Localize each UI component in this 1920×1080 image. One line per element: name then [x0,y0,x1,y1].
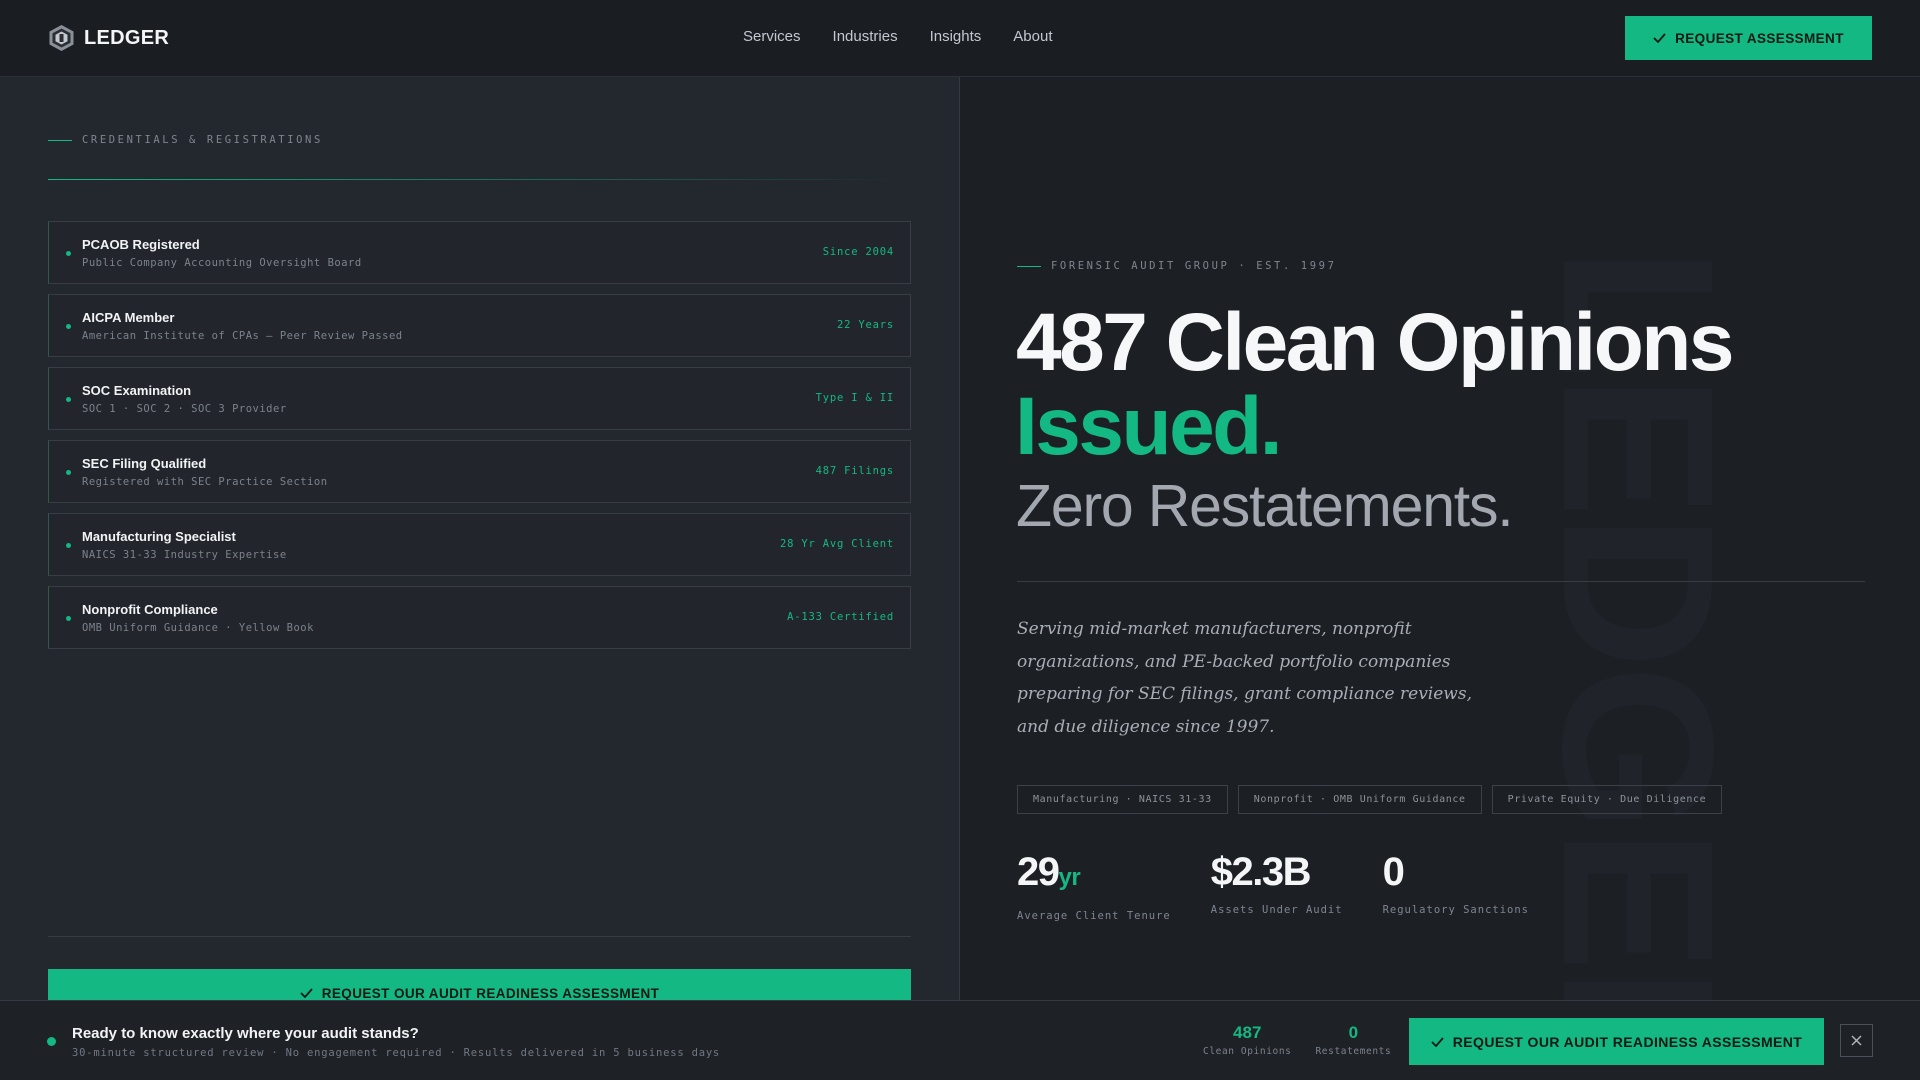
credential-title: PCAOB Registered [82,237,200,252]
checkmark-icon [300,988,313,998]
credential-tag: A-133 Certified [787,611,894,623]
nav-link-industries[interactable]: Industries [833,28,898,45]
credential-subtitle: American Institute of CPAs — Peer Review… [82,330,403,342]
credential-item-pcaob: PCAOB Registered Public Company Accounti… [48,221,911,284]
nav-link-services[interactable]: Services [743,28,801,45]
hero-panel: LEDGER FORENSIC AUDIT GROUP · EST. 1997 … [961,77,1920,1000]
credential-tag: 487 Filings [815,465,894,477]
credential-subtitle: Registered with SEC Practice Section [82,476,328,488]
brand-logo[interactable]: LEDGER [48,24,169,52]
stat-value: 0 [1382,850,1405,894]
credentials-panel: CREDENTIALS & REGISTRATIONS PCAOB Regist… [0,77,960,1017]
hero-divider [1017,581,1865,582]
stat-label: Average Client Tenure [1017,910,1171,922]
sticky-stat-restatements: 0 Restatements [1315,1023,1391,1057]
industry-tag-manufacturing: Manufacturing · NAICS 31-33 [1017,785,1228,814]
industry-tag-nonprofit: Nonprofit · OMB Uniform Guidance [1237,785,1482,814]
nav-link-insights[interactable]: Insights [930,28,982,45]
stat-value: 29yr [1017,850,1171,900]
credential-subtitle: OMB Uniform Guidance · Yellow Book [82,622,314,634]
credential-subtitle: NAICS 31-33 Industry Expertise [82,549,287,561]
credentials-divider [48,179,910,180]
credential-tag: Since 2004 [822,246,894,258]
sticky-cta-bar: Ready to know exactly where your audit s… [0,1000,1920,1080]
close-sticky-bar-button[interactable] [1840,1024,1873,1057]
stat-label: Regulatory Sanctions [1382,904,1529,916]
sticky-bar-subtitle: 30-minute structured review · No engagem… [72,1047,721,1059]
nav-link-about[interactable]: About [1013,28,1052,45]
credential-item-sec: SEC Filing Qualified Registered with SEC… [48,440,911,503]
status-dot [66,543,71,548]
left-divider [48,936,911,937]
main-nav: Services Industries Insights About [743,28,1052,45]
sticky-bar-stats: 487 Clean Opinions 0 Restatements [1203,1023,1391,1057]
sticky-stat-value: 487 [1233,1023,1262,1042]
hero-headline: 487 Clean Opinions [1016,297,1734,388]
credential-item-manufacturing: Manufacturing Specialist NAICS 31-33 Ind… [48,513,911,576]
checkmark-icon [1653,33,1666,43]
hero-eyebrow: FORENSIC AUDIT GROUP · EST. 1997 [1017,260,1337,272]
industry-tags: Manufacturing · NAICS 31-33 Nonprofit · … [1017,785,1723,814]
sticky-stat-value: 0 [1348,1023,1359,1042]
eyebrow-dash [1017,265,1041,267]
eyebrow-dash [48,139,72,141]
stat-client-tenure: 29yr Average Client Tenure [1017,850,1171,922]
credentials-eyebrow-text: CREDENTIALS & REGISTRATIONS [82,134,323,146]
brand-name: LEDGER [84,26,170,49]
credentials-list: PCAOB Registered Public Company Accounti… [48,221,911,659]
industry-tag-private-equity: Private Equity · Due Diligence [1491,785,1723,814]
audit-readiness-label: REQUEST OUR AUDIT READINESS ASSESSMENT [321,985,660,1001]
hero-headline-accent: Issued. [1015,381,1283,472]
hero-lede: Serving mid-market manufacturers, nonpro… [1017,619,1472,737]
credential-title: Manufacturing Specialist [82,529,236,544]
credential-subtitle: SOC 1 · SOC 2 · SOC 3 Provider [82,403,287,415]
credential-tag: 28 Yr Avg Client [780,538,894,550]
stat-unit: yr [1058,864,1081,891]
status-dot [66,397,71,402]
hero-stats: 29yr Average Client Tenure $2.3B Assets … [1017,850,1529,922]
hexagon-logo-icon [49,25,74,51]
credential-item-nonprofit: Nonprofit Compliance OMB Uniform Guidanc… [48,586,911,649]
status-dot [66,616,71,621]
sticky-audit-readiness-button[interactable]: REQUEST OUR AUDIT READINESS ASSESSMENT [1409,1018,1824,1065]
credentials-eyebrow: CREDENTIALS & REGISTRATIONS [48,134,323,146]
stat-value: $2.3B [1210,850,1312,894]
credential-tag: Type I & II [815,392,894,404]
credential-item-soc: SOC Examination SOC 1 · SOC 2 · SOC 3 Pr… [48,367,911,430]
status-dot [47,1037,56,1046]
credential-subtitle: Public Company Accounting Oversight Boar… [82,257,362,269]
stat-regulatory-sanctions: 0 Regulatory Sanctions [1383,850,1529,922]
checkmark-icon [1431,1036,1444,1047]
credential-title: SEC Filing Qualified [82,456,207,471]
status-dot [66,251,71,256]
hero-headline-sub: Zero Restatements. [1016,473,1514,539]
credential-title: SOC Examination [82,383,192,398]
status-dot [66,470,71,475]
sticky-bar-title: Ready to know exactly where your audit s… [72,1025,419,1042]
status-dot [66,324,71,329]
sticky-stat-label: Restatements [1315,1046,1392,1057]
stat-number: 29 [1017,850,1060,894]
sticky-stat-label: Clean Opinions [1203,1046,1292,1057]
request-assessment-label: REQUEST ASSESSMENT [1675,30,1844,46]
stat-assets-under-audit: $2.3B Assets Under Audit [1211,850,1343,922]
sticky-stat-clean-opinions: 487 Clean Opinions [1203,1023,1291,1057]
credential-tag: 22 Years [837,319,894,331]
stat-label: Assets Under Audit [1210,904,1343,916]
sticky-audit-readiness-label: REQUEST OUR AUDIT READINESS ASSESSMENT [1452,1033,1803,1050]
hero-eyebrow-text: FORENSIC AUDIT GROUP · EST. 1997 [1051,260,1337,272]
site-header: LEDGER Services Industries Insights Abou… [0,0,1920,77]
credential-title: AICPA Member [82,310,175,325]
close-icon [1851,1035,1862,1046]
credential-item-aicpa: AICPA Member American Institute of CPAs … [48,294,911,357]
request-assessment-button[interactable]: REQUEST ASSESSMENT [1625,16,1872,60]
credential-title: Nonprofit Compliance [82,602,218,617]
